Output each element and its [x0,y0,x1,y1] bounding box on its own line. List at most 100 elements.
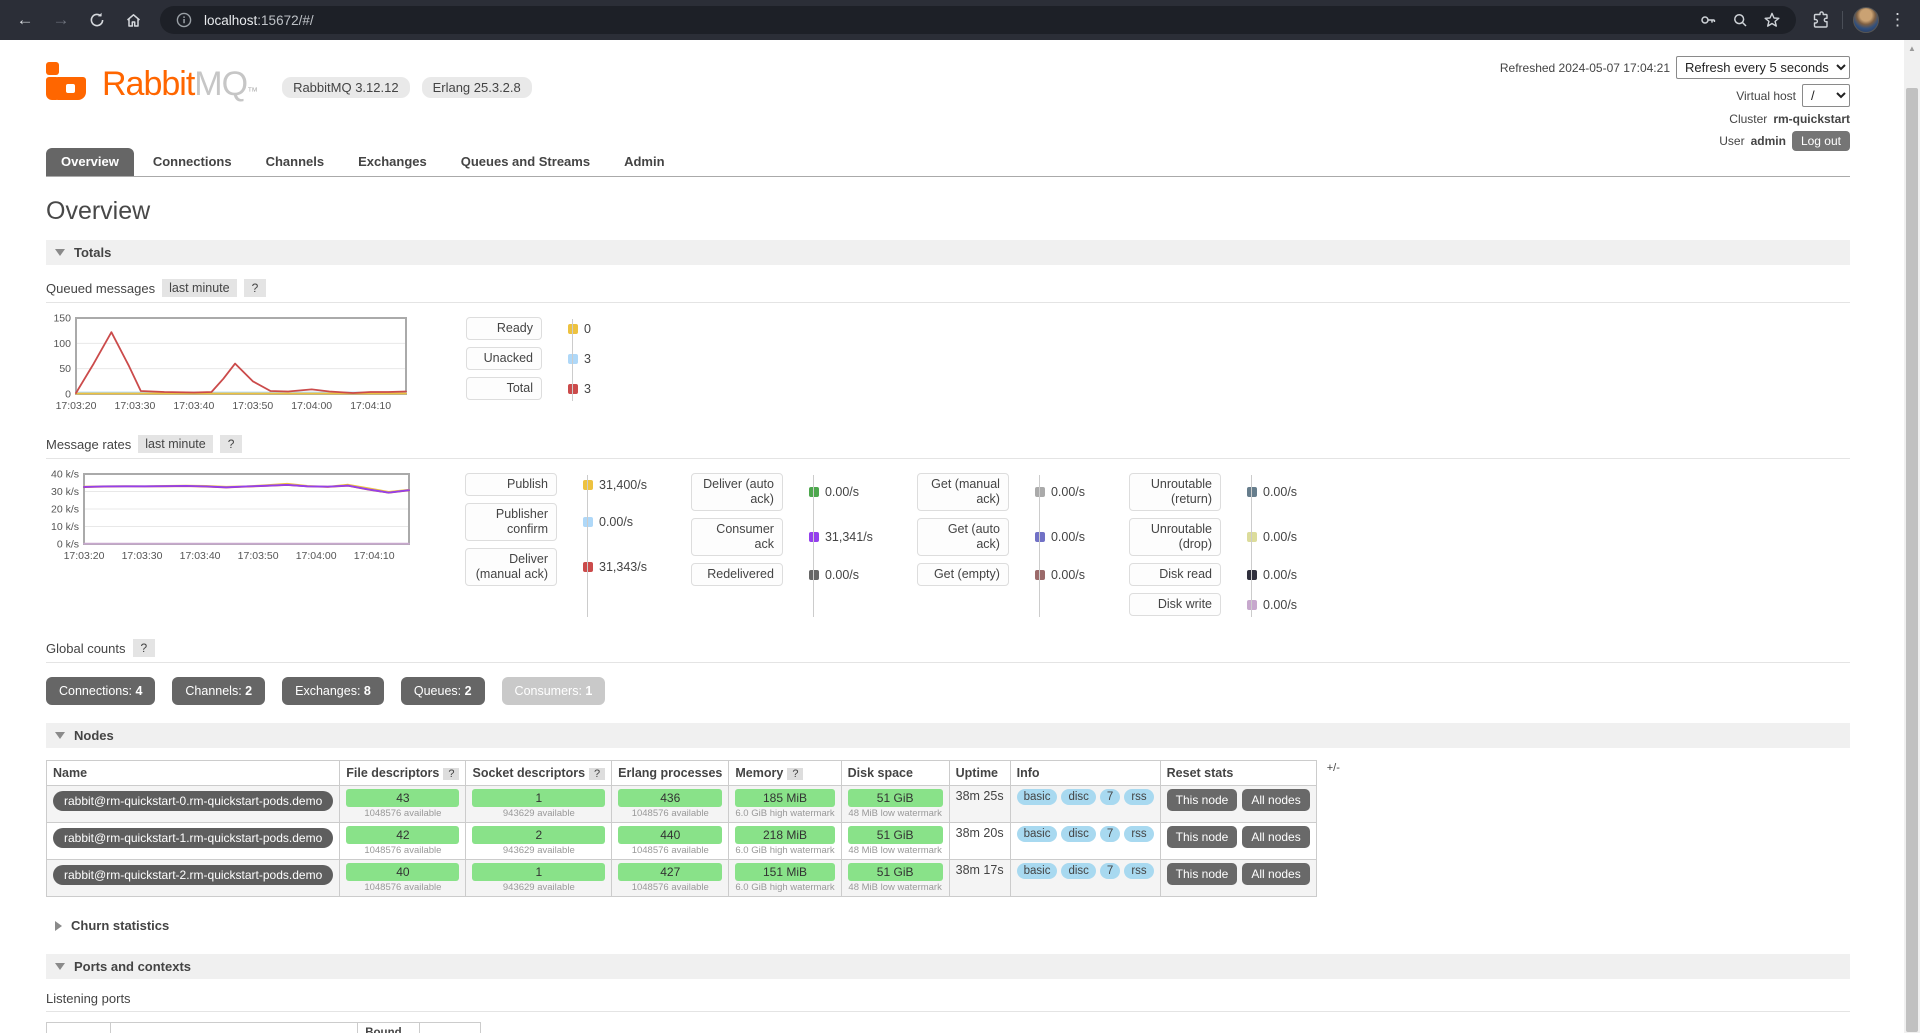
tab-queues-and-streams[interactable]: Queues and Streams [446,148,605,176]
info-badge-rss[interactable]: rss [1124,826,1153,842]
rabbitmq-logo-text[interactable]: RabbitMQ™ [102,69,258,100]
node-info-cell: basicdisc 7rss [1010,860,1160,897]
node-name-pill[interactable]: rabbit@rm-quickstart-0.rm-quickstart-pod… [53,791,333,811]
section-churn-statistics[interactable]: Churn statistics [46,913,1850,938]
column-toggle-link[interactable]: +/- [1327,762,1340,774]
reload-icon[interactable] [82,5,112,35]
section-ports-and-contexts[interactable]: Ports and contexts [46,954,1850,979]
svg-text:17:04:10: 17:04:10 [354,550,395,562]
bookmark-star-icon[interactable] [1760,8,1784,32]
count-chip-exchanges[interactable]: Exchanges: 8 [282,677,384,705]
section-nodes[interactable]: Nodes [46,723,1850,748]
svg-text:17:03:50: 17:03:50 [232,400,273,412]
scrollbar-thumb[interactable] [1906,88,1918,1032]
help-icon[interactable]: ? [787,768,803,780]
help-icon[interactable]: ? [589,768,605,780]
info-badge-rss[interactable]: rss [1124,789,1153,805]
node-name-pill[interactable]: rabbit@rm-quickstart-2.rm-quickstart-pod… [53,865,333,885]
rates-legend-button[interactable]: Unroutable (drop) [1129,518,1221,556]
count-chip-queues[interactable]: Queues: 2 [401,677,485,705]
refresh-interval-select[interactable]: Refresh every 5 seconds [1676,56,1850,79]
rates-legend-button[interactable]: Consumer ack [691,518,783,556]
reset-stats-this-node-button[interactable]: This node [1167,826,1238,848]
scrollbar-up-arrow[interactable]: ▲ [1904,44,1920,53]
node-reset-cell: This nodeAll nodes [1160,823,1316,860]
info-badge-basic[interactable]: basic [1017,826,1058,842]
metric-bar: 436 [618,789,722,807]
rates-legend-button[interactable]: Publish [465,473,557,496]
reset-stats-all-nodes-button[interactable]: All nodes [1242,789,1309,811]
count-chip-connections[interactable]: Connections: 4 [46,677,155,705]
forward-icon[interactable]: → [46,5,76,35]
rates-legend-button[interactable]: Get (auto ack) [917,518,1009,556]
info-badge-rss[interactable]: rss [1124,863,1153,879]
global-counts-help-icon[interactable]: ? [133,639,156,657]
rates-help-icon[interactable]: ? [220,435,243,453]
profile-avatar[interactable] [1853,7,1879,33]
search-icon[interactable] [1728,8,1752,32]
rates-legend-button[interactable]: Disk write [1129,593,1221,616]
queued-legend-button[interactable]: Ready [466,317,542,340]
rates-legend-button[interactable]: Get (empty) [917,563,1009,586]
rates-legend-button[interactable]: Unroutable (return) [1129,473,1221,511]
tab-connections[interactable]: Connections [138,148,247,176]
info-badge-disc[interactable]: disc [1061,826,1095,842]
count-chip-consumers[interactable]: Consumers: 1 [502,677,606,705]
legend-swatch-icon [568,384,578,394]
ports-col-header: Bound to [358,1023,420,1033]
reset-stats-this-node-button[interactable]: This node [1167,789,1238,811]
home-icon[interactable] [118,5,148,35]
node-name-pill[interactable]: rabbit@rm-quickstart-1.rm-quickstart-pod… [53,828,333,848]
queued-legend-button[interactable]: Total [466,377,542,400]
count-chip-channels[interactable]: Channels: 2 [172,677,265,705]
tab-admin[interactable]: Admin [609,148,679,176]
queued-help-icon[interactable]: ? [244,279,267,297]
reset-stats-all-nodes-button[interactable]: All nodes [1242,863,1309,885]
tab-exchanges[interactable]: Exchanges [343,148,442,176]
rabbitmq-logo-icon[interactable] [46,62,86,100]
rates-legend-button[interactable]: Deliver (auto ack) [691,473,783,511]
legend-swatch-icon [1247,570,1257,580]
rates-legend-number: 0.00/s [599,515,633,529]
metric-bar: 51 GiB [848,863,943,881]
reset-stats-this-node-button[interactable]: This node [1167,863,1238,885]
rates-legend-column-2: Deliver (auto ack)0.00/sConsumer ack31,3… [691,473,873,623]
info-badge-7[interactable]: 7 [1100,826,1120,842]
site-info-icon[interactable] [172,8,196,32]
info-badge-basic[interactable]: basic [1017,789,1058,805]
legend-divider [1251,475,1252,617]
svg-text:17:04:10: 17:04:10 [350,400,391,412]
info-badge-disc[interactable]: disc [1061,789,1095,805]
reset-stats-all-nodes-button[interactable]: All nodes [1242,826,1309,848]
info-badge-7[interactable]: 7 [1100,863,1120,879]
rates-legend-button[interactable]: Disk read [1129,563,1221,586]
legend-swatch-icon [1035,487,1045,497]
rates-period-chip[interactable]: last minute [138,435,212,453]
page-scrollbar[interactable]: ▲ [1904,40,1920,1033]
nodes-col-header: Info [1010,761,1160,786]
info-badge-7[interactable]: 7 [1100,789,1120,805]
url-text[interactable]: localhost:15672/#/ [204,13,1688,28]
vhost-select[interactable]: / [1802,84,1850,107]
section-totals[interactable]: Totals [46,240,1850,265]
logout-button[interactable]: Log out [1792,131,1850,151]
rates-legend-button[interactable]: Get (manual ack) [917,473,1009,511]
extensions-puzzle-icon[interactable] [1808,8,1832,32]
info-badge-basic[interactable]: basic [1017,863,1058,879]
browser-menu-icon[interactable]: ⋮ [1889,10,1906,30]
queued-legend-button[interactable]: Unacked [466,347,542,370]
info-badge-disc[interactable]: disc [1061,863,1095,879]
rates-legend-button[interactable]: Publisher confirm [465,503,557,541]
tab-channels[interactable]: Channels [251,148,340,176]
rates-legend-button[interactable]: Deliver (manual ack) [465,548,557,586]
rates-legend-button[interactable]: Redelivered [691,563,783,586]
help-icon[interactable]: ? [443,768,459,780]
nodes-col-header: Memory? [729,761,841,786]
password-key-icon[interactable] [1696,8,1720,32]
url-bar[interactable]: localhost:15672/#/ [160,6,1796,34]
queued-period-chip[interactable]: last minute [162,279,236,297]
rates-legend-number: 31,343/s [599,560,647,574]
tab-overview[interactable]: Overview [46,148,134,176]
metric-subtext: 6.0 GiB high watermark [735,808,834,819]
back-icon[interactable]: ← [10,5,40,35]
